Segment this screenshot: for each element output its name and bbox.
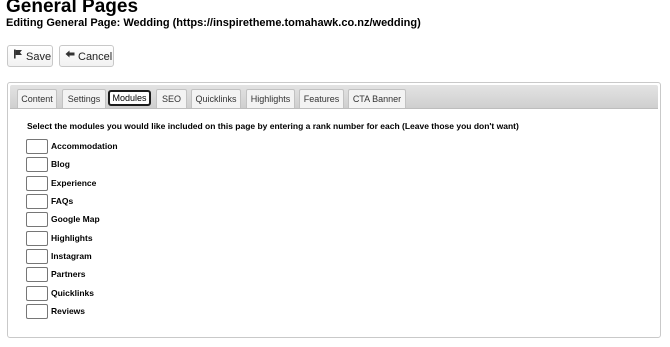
- rank-input-highlights[interactable]: [26, 231, 48, 246]
- module-label: Accommodation: [51, 141, 118, 151]
- rank-input-quicklinks[interactable]: [26, 286, 48, 301]
- modules-instruction: Select the modules you would like includ…: [27, 121, 519, 131]
- tab-highlights[interactable]: Highlights: [246, 89, 295, 108]
- tab-features[interactable]: Features: [299, 89, 344, 108]
- tab-seo[interactable]: SEO: [156, 89, 187, 108]
- editor-panel: Content Settings Modules SEO Quicklinks …: [7, 82, 661, 338]
- rank-input-google-map[interactable]: [26, 212, 48, 227]
- save-button-label: Save: [26, 51, 52, 63]
- rank-input-instagram[interactable]: [26, 249, 48, 264]
- rank-input-blog[interactable]: [26, 157, 48, 172]
- module-label: Reviews: [51, 306, 86, 316]
- rank-input-accommodation[interactable]: [26, 139, 48, 154]
- module-label: Partners: [51, 269, 86, 279]
- module-label: FAQs: [51, 196, 74, 206]
- tab-content[interactable]: Content: [17, 89, 57, 108]
- cancel-button[interactable]: Cancel: [59, 45, 114, 67]
- cancel-button-label: Cancel: [78, 51, 113, 63]
- tab-bar: Content Settings Modules SEO Quicklinks …: [10, 85, 658, 109]
- module-label: Highlights: [51, 233, 93, 243]
- tab-modules[interactable]: Modules: [108, 90, 151, 106]
- module-label: Quicklinks: [51, 288, 94, 298]
- module-label: Instagram: [51, 251, 92, 261]
- save-button[interactable]: Save: [7, 45, 53, 67]
- save-flag-icon: [13, 45, 23, 67]
- tab-settings[interactable]: Settings: [62, 89, 106, 108]
- rank-input-reviews[interactable]: [26, 304, 48, 319]
- rank-input-faqs[interactable]: [26, 194, 48, 209]
- tab-cta-banner[interactable]: CTA Banner: [348, 89, 406, 108]
- rank-input-partners[interactable]: [26, 267, 48, 282]
- module-label: Google Map: [51, 214, 100, 224]
- tab-quicklinks[interactable]: Quicklinks: [191, 89, 241, 108]
- module-label: Experience: [51, 178, 97, 188]
- rank-input-experience[interactable]: [26, 176, 48, 191]
- module-label: Blog: [51, 159, 70, 169]
- arrow-left-icon: [65, 45, 75, 67]
- page-subtitle: Editing General Page: Wedding (https://i…: [6, 17, 421, 29]
